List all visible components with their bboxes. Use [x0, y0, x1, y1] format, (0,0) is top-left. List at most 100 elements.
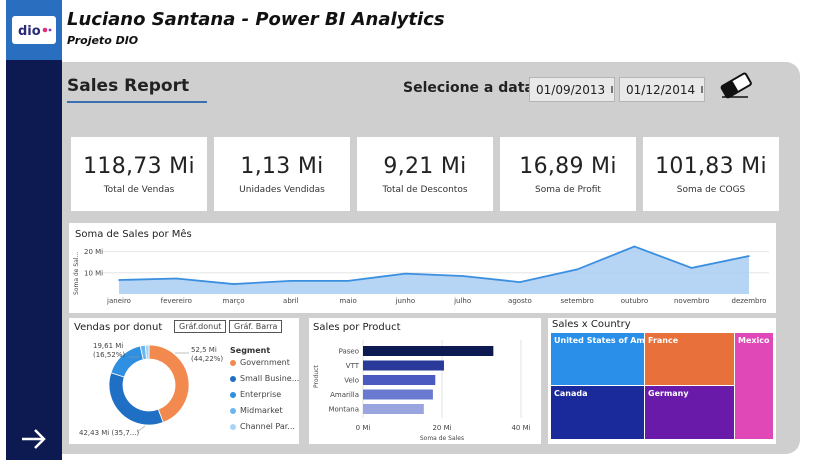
donut-data-label: 42,43 Mi (35,7...) [79, 429, 139, 437]
monthly-sales-chart[interactable]: Soma de Sales por Mês 20 Mi 10 Mi Soma de … [69, 223, 776, 313]
calendar-icon[interactable] [701, 86, 704, 93]
x-axis-label: Soma de Sales [420, 435, 464, 442]
data-point [690, 267, 693, 269]
date-filter-label: Selecione a data [403, 80, 534, 96]
donut-chart-card[interactable]: Vendas por donut Gráf.donut Gráf. Barra … [69, 318, 299, 444]
y-tick-label: Paseo [339, 348, 359, 356]
legend-label: Government [240, 358, 290, 367]
x-tick-label: outubro [621, 297, 648, 305]
calendar-icon[interactable] [611, 86, 614, 93]
legend-swatch [230, 423, 236, 430]
start-date-input[interactable]: 01/09/2013 [529, 77, 615, 102]
legend-item[interactable]: Small Busine... [230, 374, 299, 383]
product-bar [363, 360, 444, 371]
product-bar [363, 375, 436, 385]
y-tick-label: Montana [328, 406, 359, 414]
x-tick-label: novembro [674, 297, 709, 305]
legend-swatch [230, 391, 236, 398]
dashboard-title: Luciano Santana - Power BI Analytics [67, 9, 445, 30]
x-tick-label: 0 Mi [356, 424, 371, 432]
kpi-label: Soma de COGS [676, 184, 746, 195]
kpi-value: 16,89 Mi [519, 153, 617, 179]
legend-item[interactable]: Enterprise [230, 390, 281, 399]
data-point [576, 268, 578, 271]
kpi-value: 118,73 Mi [83, 153, 195, 179]
treemap-cell-label: United States of Ame... [554, 336, 644, 345]
legend-item[interactable]: Midmarket [230, 406, 283, 415]
segment-legend-title: Segment [230, 346, 271, 355]
dio-logo-icon: dio [18, 24, 52, 39]
treemap-cell-mexico[interactable]: Mexico [735, 333, 773, 439]
legend-swatch [230, 407, 236, 414]
data-point [461, 275, 464, 277]
y-tick-label: 10 Mi [84, 269, 103, 277]
product-bar-chart[interactable]: 0 Mi 20 Mi 40 Mi Paseo VTT Velo Amarilla Montan… [309, 318, 541, 444]
logo-text: dio [18, 24, 41, 39]
legend-item[interactable]: Channel Par... [230, 422, 295, 431]
x-tick-label: dezembro [732, 297, 767, 305]
x-tick-label: junho [395, 297, 416, 305]
donut-slice [108, 372, 164, 426]
end-date-value: 01/12/2014 [626, 82, 696, 97]
y-tick-label: Amarilla [330, 391, 359, 399]
treemap-cell-canada[interactable]: Canada [551, 386, 644, 439]
country-treemap-card[interactable]: Sales x Country United States of Ame... … [548, 318, 776, 444]
treemap-cell-label: Germany [648, 389, 689, 398]
kpi-soma-cogs: 101,83 Mi Soma de COGS [643, 137, 779, 211]
x-tick-label: 40 Mi [511, 424, 530, 432]
treemap-cell-label: France [648, 336, 679, 345]
treemap-cell-label: Mexico [738, 336, 770, 345]
legend-swatch [230, 359, 236, 366]
x-tick-label: janeiro [106, 297, 131, 305]
x-tick-label: abril [283, 297, 299, 305]
kpi-value: 1,13 Mi [240, 153, 324, 179]
legend-label: Midmarket [240, 406, 283, 415]
legend-label: Small Busine... [240, 374, 300, 383]
kpi-total-descontos: 9,21 Mi Total de Descontos [357, 137, 493, 211]
y-axis-label: Soma de Sal... [73, 252, 80, 295]
eraser-icon[interactable] [718, 70, 754, 100]
data-point [175, 277, 178, 280]
treemap-title: Sales x Country [552, 319, 631, 330]
x-tick-label: 20 Mi [432, 424, 451, 432]
kpi-soma-profit: 16,89 Mi Soma de Profit [500, 137, 636, 211]
data-point [404, 272, 407, 275]
treemap-cell-germany[interactable]: Germany [645, 386, 734, 439]
y-tick-label: 20 Mi [84, 248, 103, 256]
kpi-label: Total de Descontos [382, 184, 468, 195]
kpi-value: 101,83 Mi [655, 153, 767, 179]
y-axis-label: Product [313, 365, 320, 388]
data-point [290, 280, 292, 282]
y-tick-label: VTT [346, 362, 360, 370]
treemap-cell-usa[interactable]: United States of Ame... [551, 333, 644, 385]
legend-label: Channel Par... [240, 422, 295, 431]
legend-swatch [230, 375, 236, 382]
kpi-total-vendas: 118,73 Mi Total de Vendas [71, 137, 207, 211]
data-point [633, 245, 636, 248]
product-bar [363, 404, 424, 414]
legend-item[interactable]: Government [230, 358, 290, 367]
end-date-input[interactable]: 01/12/2014 [619, 77, 705, 102]
donut-data-label: 19,61 Mi [93, 342, 123, 350]
monthly-area-chart[interactable]: 20 Mi 10 Mi Soma de Sal... janeiro fevereiro… [69, 223, 776, 313]
dio-logo: dio [12, 16, 56, 44]
x-tick-label: julho [453, 297, 471, 305]
arrow-right-icon[interactable] [18, 424, 50, 454]
product-bar-chart-card[interactable]: Sales por Product 0 Mi 20 Mi 40 Mi Paseo VTT… [309, 318, 541, 444]
treemap-cell-france[interactable]: France [645, 333, 734, 385]
donut-data-label: (16,52%) [93, 351, 125, 359]
report-page: dio Luciano Santana - Power BI Analytics… [0, 0, 819, 460]
data-point [347, 280, 349, 282]
x-tick-label: fevereiro [161, 297, 192, 305]
data-point [519, 281, 521, 283]
kpi-label: Unidades Vendidas [239, 184, 325, 195]
start-date-value: 01/09/2013 [536, 82, 606, 97]
donut-data-label: 52,5 Mi [191, 346, 217, 354]
sidebar: dio [6, 0, 62, 460]
data-point [748, 255, 750, 257]
kpi-label: Soma de Profit [535, 184, 601, 195]
donut-data-label: (44,22%) [191, 355, 223, 363]
data-point [232, 283, 235, 285]
x-tick-label: maio [339, 297, 356, 305]
kpi-label: Total de Vendas [103, 184, 175, 195]
